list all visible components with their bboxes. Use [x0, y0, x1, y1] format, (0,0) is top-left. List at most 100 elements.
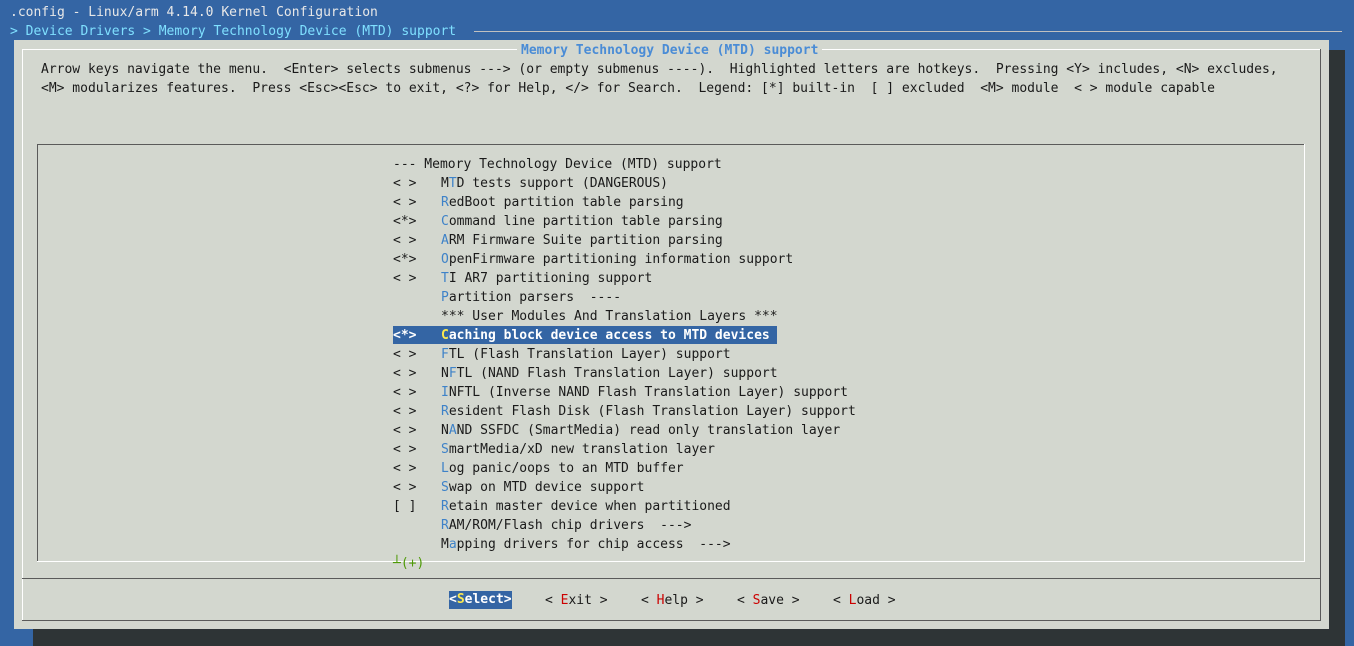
menu-item-indicator: <*>: [393, 328, 417, 343]
menu-item-label: *** User Modules And Translation Layers …: [441, 307, 778, 326]
menu-item-hotkey: T: [441, 271, 449, 286]
save-button-pre: <: [737, 593, 753, 608]
more-indicator: ┴(+): [393, 556, 425, 571]
menu-item-hotkey: I: [441, 385, 449, 400]
help-button[interactable]: < Help >: [641, 591, 704, 610]
menu-item-text: esident Flash Disk (Flash Translation La…: [448, 404, 856, 419]
menu-item-indicator: < >: [393, 442, 417, 457]
menu-item-label: SmartMedia/xD new translation layer: [441, 440, 715, 459]
menu-item-hotkey: A: [441, 233, 449, 248]
menu-item-text: NFTL (Inverse NAND Flash Translation Lay…: [448, 385, 848, 400]
menu-item-text: martMedia/xD new translation layer: [448, 442, 715, 457]
menu-item-text: penFirmware partitioning information sup…: [448, 252, 794, 267]
menu-item-hotkey: R: [441, 499, 449, 514]
help-text-line-2: <M> modularizes features. Press <Esc><Es…: [41, 81, 1215, 96]
save-button[interactable]: < Save >: [737, 591, 800, 610]
menu-item-text: edBoot partition table parsing: [448, 195, 684, 210]
menu-item-indicator: < >: [393, 195, 417, 210]
menu-item-hotkey: A: [448, 423, 457, 438]
menu-item-indicator: < >: [393, 233, 417, 248]
dialog-frame-left: [22, 49, 23, 621]
menu-item-indicator: < >: [393, 461, 417, 476]
menu-item-text: ommand line partition table parsing: [448, 214, 723, 229]
menu-item-text: D tests support (DANGEROUS): [456, 176, 668, 191]
menu-item-label: Mapping drivers for chip access --->: [441, 535, 731, 554]
menu-item-text: og panic/oops to an MTD buffer: [448, 461, 684, 476]
menu-item-hotkey: S: [441, 442, 449, 457]
menu-item-hotkey: F: [441, 347, 449, 362]
menu-box-left: [37, 144, 38, 562]
menu-item-indicator: < >: [393, 176, 417, 191]
dialog-shadow-bottom: [33, 629, 1345, 646]
menu-item-label: Log panic/oops to an MTD buffer: [441, 459, 684, 478]
menu-item-label: TI AR7 partitioning support: [441, 269, 652, 288]
menu-item-text: *** User Modules And Translation Layers …: [441, 309, 778, 324]
help-text-line-1: Arrow keys navigate the menu. <Enter> se…: [41, 62, 1278, 77]
menu-item-label: Retain master device when partitioned: [441, 497, 731, 516]
dialog-shadow-right: [1329, 50, 1345, 646]
menu-item-indicator: < >: [393, 271, 417, 286]
menu-item-text: AM/ROM/Flash chip drivers --->: [448, 518, 692, 533]
menu-item-label: Caching block device access to MTD devic…: [441, 326, 770, 345]
menu-item-text: N: [441, 366, 449, 381]
menu-item-text: TL (Flash Translation Layer) support: [448, 347, 731, 362]
help-button-pre: <: [641, 593, 657, 608]
menu-item-hotkey: S: [441, 480, 449, 495]
menu-item-hotkey: T: [448, 176, 457, 191]
menu-item-text: TL (NAND Flash Translation Layer) suppor…: [456, 366, 778, 381]
menu-box-bottom: [37, 561, 1305, 562]
menu-item-indicator: [ ]: [393, 499, 417, 514]
menu-item-label: RedBoot partition table parsing: [441, 193, 684, 212]
menu-item-text: M: [441, 176, 449, 191]
menu-item-label: INFTL (Inverse NAND Flash Translation La…: [441, 383, 848, 402]
menu-item-indicator: < >: [393, 404, 417, 419]
exit-button[interactable]: < Exit >: [545, 591, 608, 610]
menu-item-label: Resident Flash Disk (Flash Translation L…: [441, 402, 856, 421]
menu-item-hotkey: C: [441, 328, 449, 343]
menu-item-label: NFTL (NAND Flash Translation Layer) supp…: [441, 364, 778, 383]
window-title: .config - Linux/arm 4.14.0 Kernel Config…: [10, 5, 378, 20]
menu-box-right: [1304, 144, 1305, 562]
help-button-rest: elp >: [664, 593, 704, 608]
menu-item-hotkey: C: [441, 214, 449, 229]
load-button-pre: <: [833, 593, 849, 608]
menu-item-label: ARM Firmware Suite partition parsing: [441, 231, 723, 250]
breadcrumb-rule: [474, 31, 1342, 32]
menu-item-indicator: < >: [393, 366, 417, 381]
dialog-frame-right: [1320, 49, 1321, 621]
menu-item-text: aching block device access to MTD device…: [448, 328, 770, 343]
menu-item-indicator: < >: [393, 480, 417, 495]
breadcrumb: > Device Drivers > Memory Technology Dev…: [10, 24, 457, 39]
load-button[interactable]: < Load >: [833, 591, 896, 610]
menu-item-indicator: < >: [393, 347, 417, 362]
dialog-frame-bottom: [22, 620, 1320, 621]
menu-item-hotkey: O: [441, 252, 449, 267]
menu-item-label: OpenFirmware partitioning information su…: [441, 250, 793, 269]
menu-item-hotkey: R: [441, 404, 449, 419]
dialog-title: Memory Technology Device (MTD) support: [517, 41, 823, 60]
menu-item-indicator: < >: [393, 423, 417, 438]
menu-header: --- Memory Technology Device (MTD) suppo…: [393, 157, 722, 172]
menu-item-label: MTD tests support (DANGEROUS): [441, 174, 668, 193]
menu-item-text: ND SSFDC (SmartMedia) read only translat…: [456, 423, 841, 438]
select-button[interactable]: <Select>: [449, 591, 512, 609]
menu-item-text: pping drivers for chip access --->: [456, 537, 731, 552]
menu-item-text: wap on MTD device support: [448, 480, 645, 495]
menu-item-hotkey: P: [441, 290, 449, 305]
select-button-rest: elect>: [464, 592, 512, 607]
menu-item-hotkey: R: [441, 518, 449, 533]
menu-item-text: M: [441, 537, 449, 552]
exit-button-rest: xit >: [568, 593, 608, 608]
menu-item-indicator: <*>: [393, 214, 417, 229]
buttons-separator: [22, 578, 1320, 579]
menu-item-text: RM Firmware Suite partition parsing: [448, 233, 723, 248]
select-button-hotkey: S: [456, 592, 465, 607]
menu-item-hotkey: F: [448, 366, 457, 381]
menu-item-text: etain master device when partitioned: [448, 499, 731, 514]
menu-item-label: Partition parsers ----: [441, 288, 621, 307]
exit-button-pre: <: [545, 593, 561, 608]
menu-item-indicator: < >: [393, 385, 417, 400]
menu-item-label: NAND SSFDC (SmartMedia) read only transl…: [441, 421, 840, 440]
menu-item-hotkey: L: [441, 461, 449, 476]
menu-item-label: FTL (Flash Translation Layer) support: [441, 345, 731, 364]
